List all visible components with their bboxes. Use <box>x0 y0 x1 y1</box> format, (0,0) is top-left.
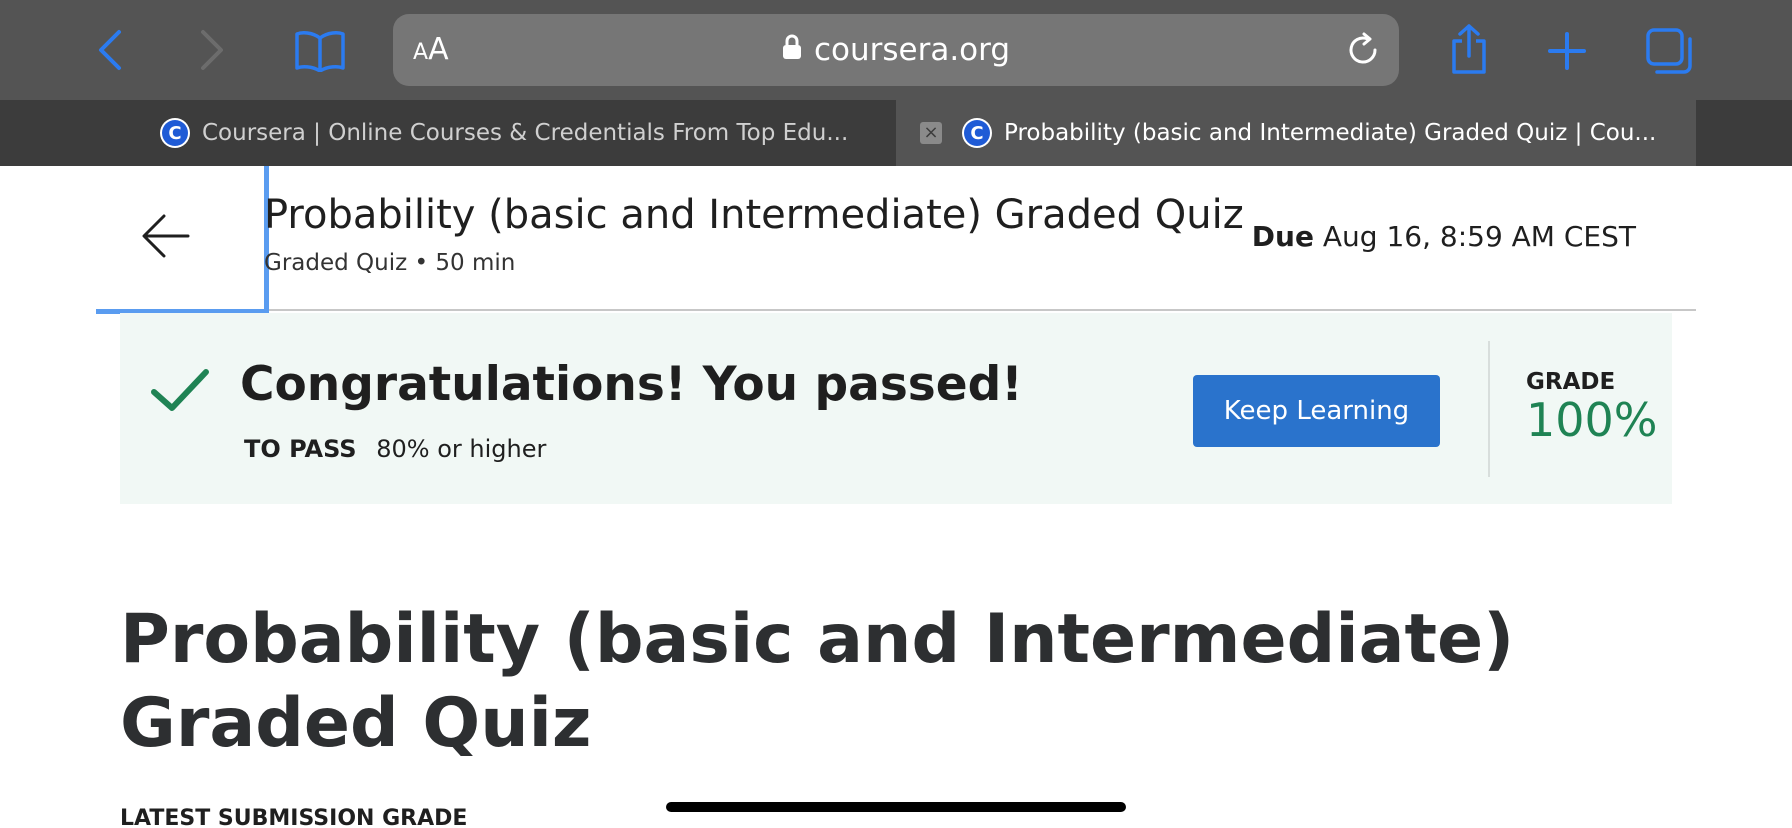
page-title: Probability (basic and Intermediate) Gra… <box>264 192 1244 238</box>
due-label: Due <box>1251 220 1314 253</box>
book-icon[interactable] <box>292 28 348 74</box>
coursera-icon: C <box>962 118 992 148</box>
tab-coursera-home[interactable]: C Coursera | Online Courses & Credential… <box>96 100 896 166</box>
due-date: Due Aug 16, 8:59 AM CEST <box>1252 220 1636 253</box>
to-pass-label: TO PASS <box>244 435 357 463</box>
to-pass-value: 80% or higher <box>376 435 547 463</box>
quiz-heading: Probability (basic and Intermediate) Gra… <box>120 600 1515 763</box>
header-divider <box>269 309 1696 311</box>
keep-learning-button[interactable]: Keep Learning <box>1193 375 1440 447</box>
checkmark-icon <box>151 369 209 411</box>
address-bar[interactable]: AA coursera.org <box>393 14 1399 86</box>
plus-icon[interactable] <box>1544 28 1590 74</box>
tabs-icon[interactable] <box>1644 26 1694 76</box>
page-content: Probability (basic and Intermediate) Gra… <box>0 166 1792 828</box>
panel-divider <box>1488 341 1490 477</box>
home-indicator[interactable] <box>666 802 1126 812</box>
page-subtitle: Graded Quiz • 50 min <box>264 250 516 276</box>
tab-strip: C Coursera | Online Courses & Credential… <box>0 100 1792 166</box>
chevron-right-icon[interactable] <box>190 26 234 74</box>
reload-icon[interactable] <box>1345 32 1381 68</box>
chevron-left-icon[interactable] <box>88 26 132 74</box>
due-value: Aug 16, 8:59 AM CEST <box>1322 220 1636 253</box>
pass-message: Congratulations! You passed! <box>240 357 1023 412</box>
url-domain: coursera.org <box>813 32 1011 68</box>
tab-title: Probability (basic and Intermediate) Gra… <box>1004 120 1657 146</box>
browser-toolbar: AA coursera.org <box>0 0 1792 100</box>
tab-graded-quiz[interactable]: × C Probability (basic and Intermediate)… <box>896 100 1696 166</box>
result-panel: Congratulations! You passed! TO PASS 80%… <box>120 313 1672 504</box>
share-icon[interactable] <box>1444 22 1494 76</box>
coursera-icon: C <box>160 118 190 148</box>
close-icon[interactable]: × <box>920 122 942 144</box>
grade-value: 100% <box>1526 393 1658 447</box>
back-button[interactable] <box>96 166 269 314</box>
lock-icon <box>782 32 802 68</box>
grade-label: GRADE <box>1526 369 1616 395</box>
passing-requirement: TO PASS 80% or higher <box>244 435 546 463</box>
tab-title: Coursera | Online Courses & Credentials … <box>202 120 849 146</box>
arrow-left-icon <box>142 214 190 258</box>
latest-submission-label: LATEST SUBMISSION GRADE <box>120 806 468 828</box>
